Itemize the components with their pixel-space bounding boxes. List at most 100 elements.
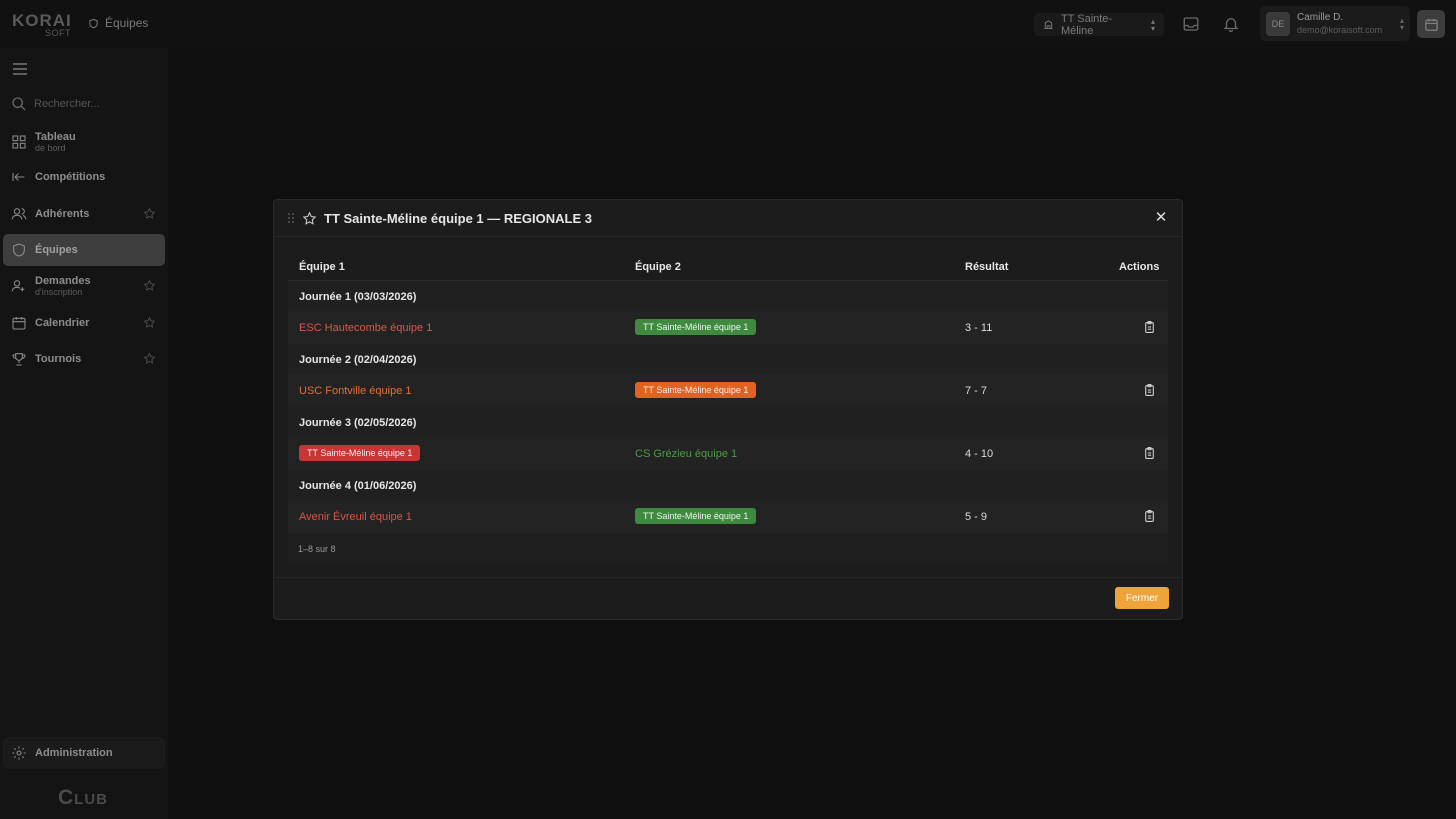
result-value: 4 - 10 <box>965 448 994 460</box>
star-icon[interactable] <box>143 352 156 365</box>
close-button[interactable]: Fermer <box>1115 587 1169 609</box>
drag-handle-icon[interactable] <box>287 212 295 224</box>
result-value: 5 - 9 <box>965 511 988 523</box>
search-icon <box>12 97 26 111</box>
matches-table: Équipe 1 Équipe 2 Résultat Actions Journ… <box>288 252 1168 564</box>
sidebar-item-registrations[interactable]: Demandes d'inscription <box>3 270 165 302</box>
table-row[interactable]: Avenir Évreuil équipe 1 TT Sainte-Méline… <box>288 500 1168 533</box>
column-header-team2[interactable]: Équipe 2 <box>635 261 681 273</box>
team1-link[interactable]: ESC Hautecombe équipe 1 <box>299 322 432 334</box>
users-icon <box>11 208 27 220</box>
clipboard-icon[interactable] <box>1143 446 1156 460</box>
result-value: 7 - 7 <box>965 385 988 397</box>
star-icon[interactable] <box>143 279 156 292</box>
star-icon[interactable] <box>302 211 317 226</box>
user-info: Camille D. demo@koraisoft.com <box>1297 12 1382 36</box>
column-header-result[interactable]: Résultat <box>965 261 1008 273</box>
dialog-footer: Fermer <box>274 577 1182 619</box>
bell-icon[interactable] <box>1222 15 1240 33</box>
team2-badge: TT Sainte-Méline équipe 1 <box>635 508 757 524</box>
sidebar-item-competitions[interactable]: Compétitions <box>3 161 165 193</box>
group-label: Journée 3 (02/05/2026) <box>299 417 417 429</box>
table-header: Équipe 1 Équipe 2 Résultat Actions <box>288 252 1168 281</box>
sidebar-item-administration[interactable]: Administration <box>3 737 165 769</box>
sidebar-item-label: Demandes <box>35 274 91 287</box>
user-add-icon <box>11 280 25 292</box>
calendar-icon <box>1424 18 1438 31</box>
dialog-title: TT Sainte-Méline équipe 1 — REGIONALE 3 <box>324 210 592 226</box>
sidebar-item-teams[interactable]: Équipes <box>3 234 165 266</box>
calendar-button[interactable] <box>1417 10 1445 38</box>
breadcrumb-label: Équipes <box>105 16 149 30</box>
sidebar-item-label: Adhérents <box>35 207 90 220</box>
team2-link[interactable]: CS Grézieu équipe 1 <box>635 448 737 460</box>
chevron-updown-icon: ▴ ▾ <box>1150 16 1155 33</box>
table-row[interactable]: TT Sainte-Méline équipe 1 CS Grézieu équ… <box>288 437 1168 470</box>
group-label: Journée 2 (02/04/2026) <box>299 354 417 366</box>
close-icon[interactable]: ✕ <box>1154 210 1168 225</box>
sidebar-item-members[interactable]: Adhérents <box>3 198 165 230</box>
arrow-left-icon <box>12 173 25 181</box>
pagination-label: 1–8 sur 8 <box>298 544 336 554</box>
sidebar-item-calendar[interactable]: Calendrier <box>3 307 165 339</box>
club-selector[interactable]: TT Sainte-Méline ▴ ▾ <box>1034 12 1164 37</box>
calendar-icon <box>12 317 26 330</box>
building-icon <box>1044 20 1053 30</box>
user-name: Camille D. <box>1297 11 1344 23</box>
top-header: KORAI SOFT Équipes TT Sainte-Méline ▴ ▾ D… <box>0 0 1456 48</box>
sidebar-item-sublabel: de bord <box>35 142 66 153</box>
clipboard-icon[interactable] <box>1143 383 1156 397</box>
sidebar-item-label: Tableau <box>35 130 76 143</box>
sidebar-item-label: Équipes <box>35 243 78 256</box>
table-row[interactable]: ESC Hautecombe équipe 1 TT Sainte-Méline… <box>288 311 1168 344</box>
table-footer: 1–8 sur 8 <box>288 534 1168 564</box>
team-matches-dialog: TT Sainte-Méline équipe 1 — REGIONALE 3 … <box>273 199 1183 620</box>
group-row: Journée 2 (02/04/2026) <box>288 344 1168 374</box>
gear-icon <box>12 746 26 760</box>
result-value: 3 - 11 <box>965 322 993 334</box>
sidebar-item-tournaments[interactable]: Tournois <box>3 343 165 375</box>
shield-icon <box>13 243 25 257</box>
admin-label: Administration <box>35 747 113 759</box>
menu-icon[interactable] <box>12 62 28 76</box>
table-row[interactable]: USC Fontville équipe 1 TT Sainte-Méline … <box>288 374 1168 407</box>
group-row: Journée 4 (01/06/2026) <box>288 470 1168 500</box>
star-icon[interactable] <box>143 316 156 329</box>
club-selector-label: TT Sainte-Méline <box>1060 12 1113 37</box>
inbox-icon[interactable] <box>1182 15 1200 33</box>
group-row: Journée 1 (03/03/2026) <box>288 281 1168 311</box>
sidebar-item-sublabel: d'inscription <box>35 286 83 297</box>
chevron-updown-icon: ▴ ▾ <box>1399 15 1404 32</box>
user-menu[interactable]: DE Camille D. demo@koraisoft.com ▴ ▾ <box>1260 6 1410 41</box>
logo-sub: SOFT <box>45 28 71 38</box>
team1-link[interactable]: Avenir Évreuil équipe 1 <box>299 511 412 523</box>
group-label: Journée 1 (03/03/2026) <box>299 291 417 303</box>
sidebar-item-dashboard[interactable]: Tableau de bord <box>3 126 165 158</box>
sidebar: Rechercher... Tableau de bord Compétitio… <box>0 48 168 819</box>
sidebar-footer-label: Club <box>58 786 108 809</box>
team1-badge: TT Sainte-Méline équipe 1 <box>299 445 421 461</box>
search-placeholder: Rechercher... <box>34 98 100 110</box>
sidebar-item-label: Tournois <box>35 352 82 365</box>
shield-icon <box>89 18 98 28</box>
team2-badge: TT Sainte-Méline équipe 1 <box>635 382 757 398</box>
user-email: demo@koraisoft.com <box>1297 24 1383 35</box>
sidebar-item-label: Calendrier <box>35 316 90 329</box>
grid-icon <box>12 135 26 149</box>
group-row: Journée 3 (02/05/2026) <box>288 407 1168 437</box>
team1-link[interactable]: USC Fontville équipe 1 <box>299 385 412 397</box>
clipboard-icon[interactable] <box>1143 320 1156 334</box>
star-icon[interactable] <box>143 207 156 220</box>
logo[interactable]: KORAI SOFT <box>12 12 72 39</box>
column-header-team1[interactable]: Équipe 1 <box>299 261 345 273</box>
breadcrumb: Équipes <box>88 16 148 30</box>
trophy-icon <box>12 353 26 366</box>
search-field[interactable]: Rechercher... <box>11 96 99 112</box>
group-label: Journée 4 (01/06/2026) <box>299 480 417 492</box>
team2-badge: TT Sainte-Méline équipe 1 <box>635 319 757 335</box>
avatar: DE <box>1266 11 1290 36</box>
sidebar-item-label: Compétitions <box>35 170 106 183</box>
dialog-header: TT Sainte-Méline équipe 1 — REGIONALE 3 … <box>274 200 1182 237</box>
column-header-actions: Actions <box>1119 261 1160 273</box>
clipboard-icon[interactable] <box>1143 509 1156 523</box>
